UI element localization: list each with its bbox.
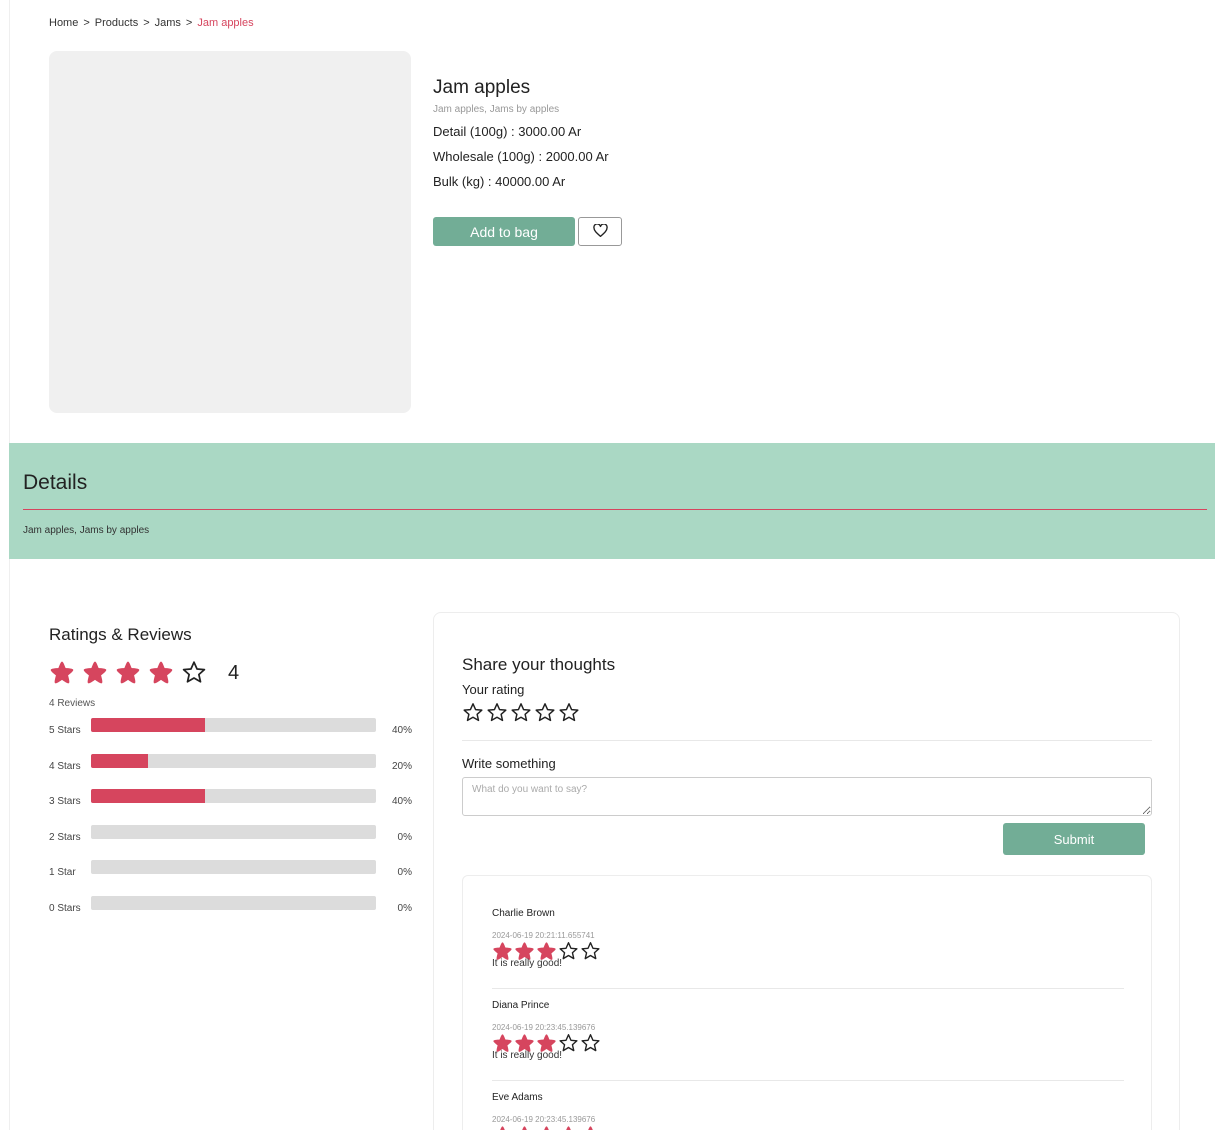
- page-edge: [9, 0, 10, 1130]
- distribution-bar: [91, 895, 376, 910]
- star-empty-icon: [580, 1033, 601, 1054]
- rate-star-3-icon[interactable]: [510, 702, 532, 724]
- distribution-bar: [91, 789, 376, 803]
- distribution-bar-fill: [91, 718, 205, 732]
- star-filled-icon: [514, 1125, 535, 1130]
- share-title: Share your thoughts: [462, 655, 616, 674]
- breadcrumb: Home > Products > Jams > Jam apples: [49, 17, 254, 29]
- distribution-percent: 0%: [397, 867, 412, 878]
- breadcrumb-products-link[interactable]: Products: [95, 17, 138, 29]
- product-info: Jam apples Jam apples, Jams by apples De…: [433, 77, 933, 190]
- breadcrumb-separator: >: [83, 17, 90, 29]
- details-divider: [23, 509, 1207, 510]
- review-date: 2024-06-19 20:23:45.139676: [492, 1115, 596, 1124]
- review-divider: [492, 988, 1124, 989]
- distribution-bar: [91, 753, 376, 768]
- breadcrumb-jams-link[interactable]: Jams: [155, 17, 181, 29]
- distribution-row: 4 Stars 20%: [49, 752, 413, 788]
- review-author: Eve Adams: [492, 1092, 543, 1103]
- distribution-bar-fill: [91, 753, 148, 768]
- distribution-row: 3 Stars 40%: [49, 787, 413, 823]
- distribution-bar: [91, 824, 376, 839]
- distribution-percent: 20%: [391, 760, 412, 772]
- comment-input[interactable]: [462, 777, 1152, 816]
- price-bulk: Bulk (kg) : 40000.00 Ar: [433, 174, 566, 189]
- product-title: Jam apples: [433, 77, 531, 98]
- distribution-label: 2 Stars: [49, 831, 81, 843]
- distribution-label: 5 Stars: [49, 725, 81, 736]
- review-item: Diana Prince 2024-06-19 20:23:45.139676 It…: [492, 1000, 1124, 1061]
- favorite-button[interactable]: [578, 217, 622, 246]
- your-rating-label: Your rating: [462, 682, 525, 697]
- star-empty-icon: [181, 660, 214, 686]
- details-title: Details: [23, 471, 88, 494]
- breadcrumb-separator: >: [143, 17, 150, 29]
- share-divider: [462, 740, 1152, 741]
- breadcrumb-home-link[interactable]: Home: [49, 17, 78, 29]
- star-filled-icon: [558, 1125, 579, 1130]
- distribution-row: 2 Stars 0%: [49, 823, 413, 859]
- rate-star-4-icon[interactable]: [534, 702, 556, 724]
- distribution-row: 5 Stars 40%: [49, 716, 413, 752]
- rating-distribution: 5 Stars 40% 4 Stars 20% 3 Stars 40% 2 Stars 0% 1…: [49, 716, 413, 929]
- rate-star-2-icon[interactable]: [486, 702, 508, 724]
- average-rating: 4: [49, 660, 239, 686]
- distribution-row: 1 Star 0%: [49, 858, 413, 894]
- review-author: Charlie Brown: [492, 908, 555, 919]
- distribution-percent: 0%: [397, 831, 412, 843]
- review-divider: [492, 1080, 1124, 1081]
- average-stars: [49, 660, 214, 686]
- distribution-label: 3 Stars: [49, 796, 81, 807]
- product-image: [49, 51, 411, 413]
- average-rating-value: 4: [228, 661, 240, 684]
- reviews-list: Charlie Brown 2024-06-19 20:21:11.655741 I…: [462, 875, 1152, 1130]
- review-date: 2024-06-19 20:23:45.139676: [492, 1023, 596, 1032]
- add-to-bag-button[interactable]: Add to bag: [433, 217, 575, 246]
- star-empty-icon: [580, 941, 601, 962]
- review-item: Eve Adams 2024-06-19 20:23:45.139676: [492, 1092, 1124, 1130]
- distribution-percent: 40%: [391, 796, 412, 807]
- distribution-label: 0 Stars: [49, 902, 81, 914]
- rate-star-5-icon[interactable]: [558, 702, 580, 724]
- details-section: Details Jam apples, Jams by apples: [9, 443, 1215, 559]
- price-detail: Detail (100g) : 3000.00 Ar: [433, 124, 582, 139]
- product-actions: Add to bag: [433, 217, 622, 246]
- product-subtitle: Jam apples, Jams by apples: [433, 104, 560, 115]
- star-filled-icon: [49, 660, 82, 686]
- ratings-heading: Ratings & Reviews: [49, 625, 192, 644]
- breadcrumb-separator: >: [185, 17, 193, 29]
- review-author: Diana Prince: [492, 1000, 550, 1011]
- star-filled-icon: [492, 1125, 513, 1130]
- review-item: Charlie Brown 2024-06-19 20:21:11.655741 I…: [492, 908, 1124, 969]
- star-filled-icon: [148, 660, 181, 686]
- distribution-percent: 40%: [391, 725, 412, 736]
- star-filled-icon: [580, 1125, 601, 1130]
- distribution-bar: [91, 860, 376, 874]
- rating-input[interactable]: [462, 702, 580, 724]
- share-panel: Share your thoughts Your rating Write so…: [433, 612, 1180, 1130]
- distribution-label: 4 Stars: [49, 760, 81, 772]
- star-filled-icon: [536, 1125, 557, 1130]
- rate-star-1-icon[interactable]: [462, 702, 484, 724]
- reviews-count: 4 Reviews: [49, 698, 96, 709]
- distribution-bar-fill: [91, 789, 205, 803]
- price-wholesale: Wholesale (100g) : 2000.00 Ar: [433, 149, 609, 164]
- distribution-bar: [91, 718, 376, 732]
- distribution-row: 0 Stars 0%: [49, 894, 413, 930]
- details-text: Jam apples, Jams by apples: [23, 525, 150, 536]
- breadcrumb-current: Jam apples: [197, 17, 254, 29]
- distribution-label: 1 Star: [49, 867, 76, 878]
- review-stars: [492, 1125, 1124, 1130]
- star-filled-icon: [82, 660, 115, 686]
- write-label: Write something: [462, 756, 556, 771]
- submit-button[interactable]: Submit: [1003, 823, 1145, 855]
- heart-icon: [592, 222, 608, 240]
- review-date: 2024-06-19 20:21:11.655741: [492, 931, 595, 940]
- distribution-percent: 0%: [397, 902, 412, 914]
- star-filled-icon: [115, 660, 148, 686]
